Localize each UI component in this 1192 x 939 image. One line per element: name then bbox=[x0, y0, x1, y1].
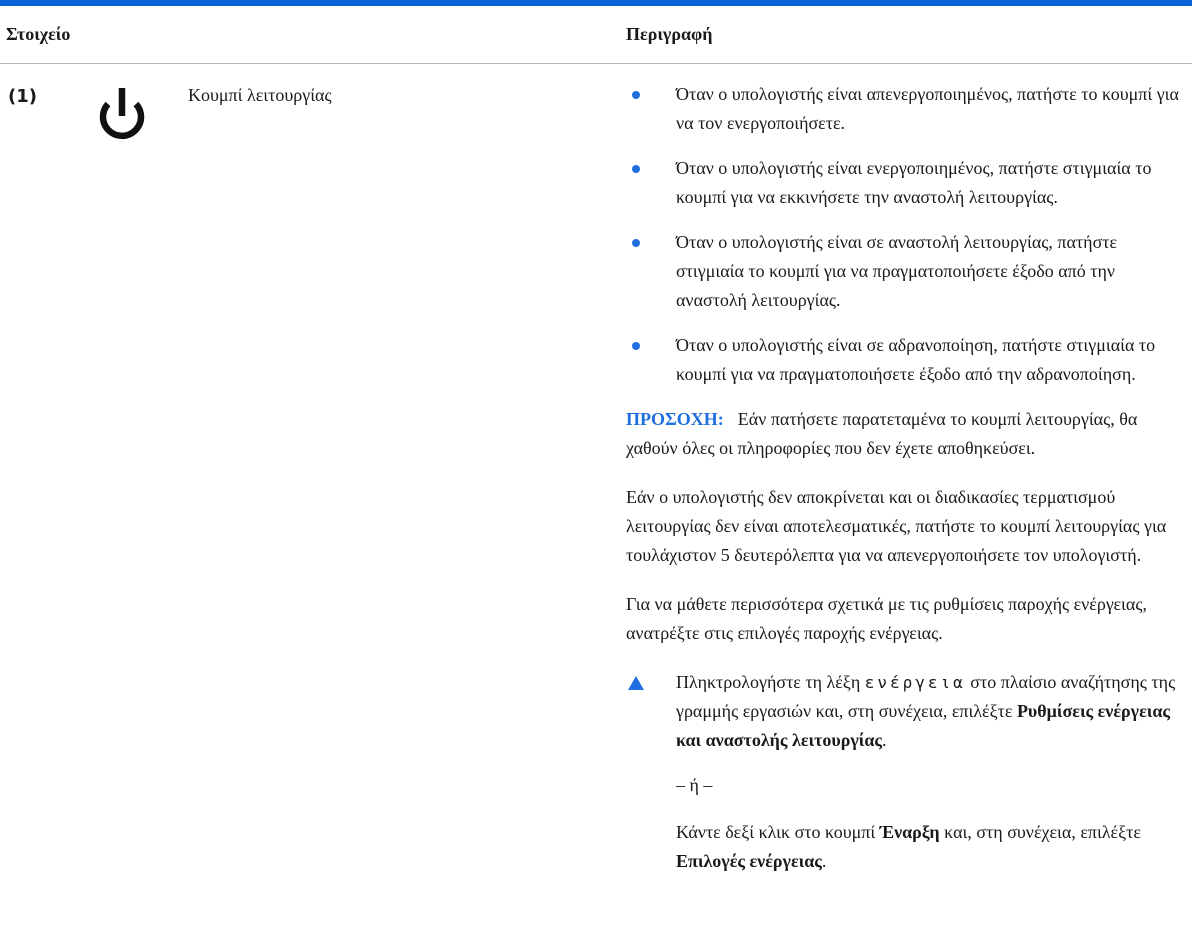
list-item: Όταν ο υπολογιστής είναι απενεργοποιημέν… bbox=[626, 80, 1188, 138]
item-name: Κουμπί λειτουργίας bbox=[188, 85, 332, 105]
bullet-icon bbox=[632, 165, 640, 173]
or-separator: – ή – bbox=[676, 775, 713, 795]
description-cell: Όταν ο υπολογιστής είναι απενεργοποιημέν… bbox=[626, 80, 1188, 876]
step-triangle-icon bbox=[628, 676, 644, 690]
step-instruction: Πληκτρολογήστε τη λέξη ενέργεια στο πλαί… bbox=[676, 668, 1188, 755]
bullet-text: Όταν ο υπολογιστής είναι σε αδρανοποίηση… bbox=[676, 335, 1156, 384]
step-text: Πληκτρολογήστε τη λέξη bbox=[676, 672, 865, 692]
step-text: . bbox=[882, 730, 887, 750]
paragraph-unresponsive: Εάν ο υπολογιστής δεν αποκρίνεται και οι… bbox=[626, 487, 1167, 565]
list-item: Όταν ο υπολογιστής είναι ενεργοποιημένος… bbox=[626, 154, 1188, 212]
bullet-icon bbox=[632, 239, 640, 247]
bullet-icon bbox=[632, 342, 640, 350]
bullet-text: Όταν ο υπολογιστής είναι σε αναστολή λει… bbox=[676, 232, 1118, 310]
caution-label: ΠΡΟΣΟΧΗ: bbox=[626, 409, 724, 429]
search-keyword: ενέργεια bbox=[864, 673, 966, 692]
column-header-description: Περιγραφή bbox=[626, 24, 713, 44]
list-item: Όταν ο υπολογιστής είναι σε αναστολή λει… bbox=[626, 228, 1188, 315]
paragraph-power-settings: Για να μάθετε περισσότερα σχετικά με τις… bbox=[626, 594, 1147, 643]
start-button-label: Έναρξη bbox=[879, 822, 940, 842]
step-text: και, στη συνέχεια, επιλέξτε bbox=[939, 822, 1141, 842]
step-text: . bbox=[821, 851, 827, 871]
step-item: Πληκτρολογήστε τη λέξη ενέργεια στο πλαί… bbox=[626, 668, 1188, 876]
step-text: Κάντε δεξί κλικ στο κουμπί bbox=[676, 822, 880, 842]
item-index: (1) bbox=[8, 86, 37, 107]
power-options-label: Επιλογές ενέργειας bbox=[676, 851, 822, 871]
bullet-text: Όταν ο υπολογιστής είναι ενεργοποιημένος… bbox=[676, 158, 1152, 207]
step-alternative: Κάντε δεξί κλικ στο κουμπί Έναρξη και, σ… bbox=[676, 818, 1188, 876]
column-header-item: Στοιχείο bbox=[6, 24, 71, 44]
bullet-icon bbox=[632, 91, 640, 99]
top-rule bbox=[0, 0, 1192, 6]
list-item: Όταν ο υπολογιστής είναι σε αδρανοποίηση… bbox=[626, 331, 1188, 389]
power-icon bbox=[99, 88, 145, 140]
caution-note: ΠΡΟΣΟΧΗ: Εάν πατήσετε παρατεταμένα το κου… bbox=[626, 405, 1188, 463]
header-divider bbox=[0, 63, 1192, 64]
bullet-text: Όταν ο υπολογιστής είναι απενεργοποιημέν… bbox=[676, 84, 1179, 133]
